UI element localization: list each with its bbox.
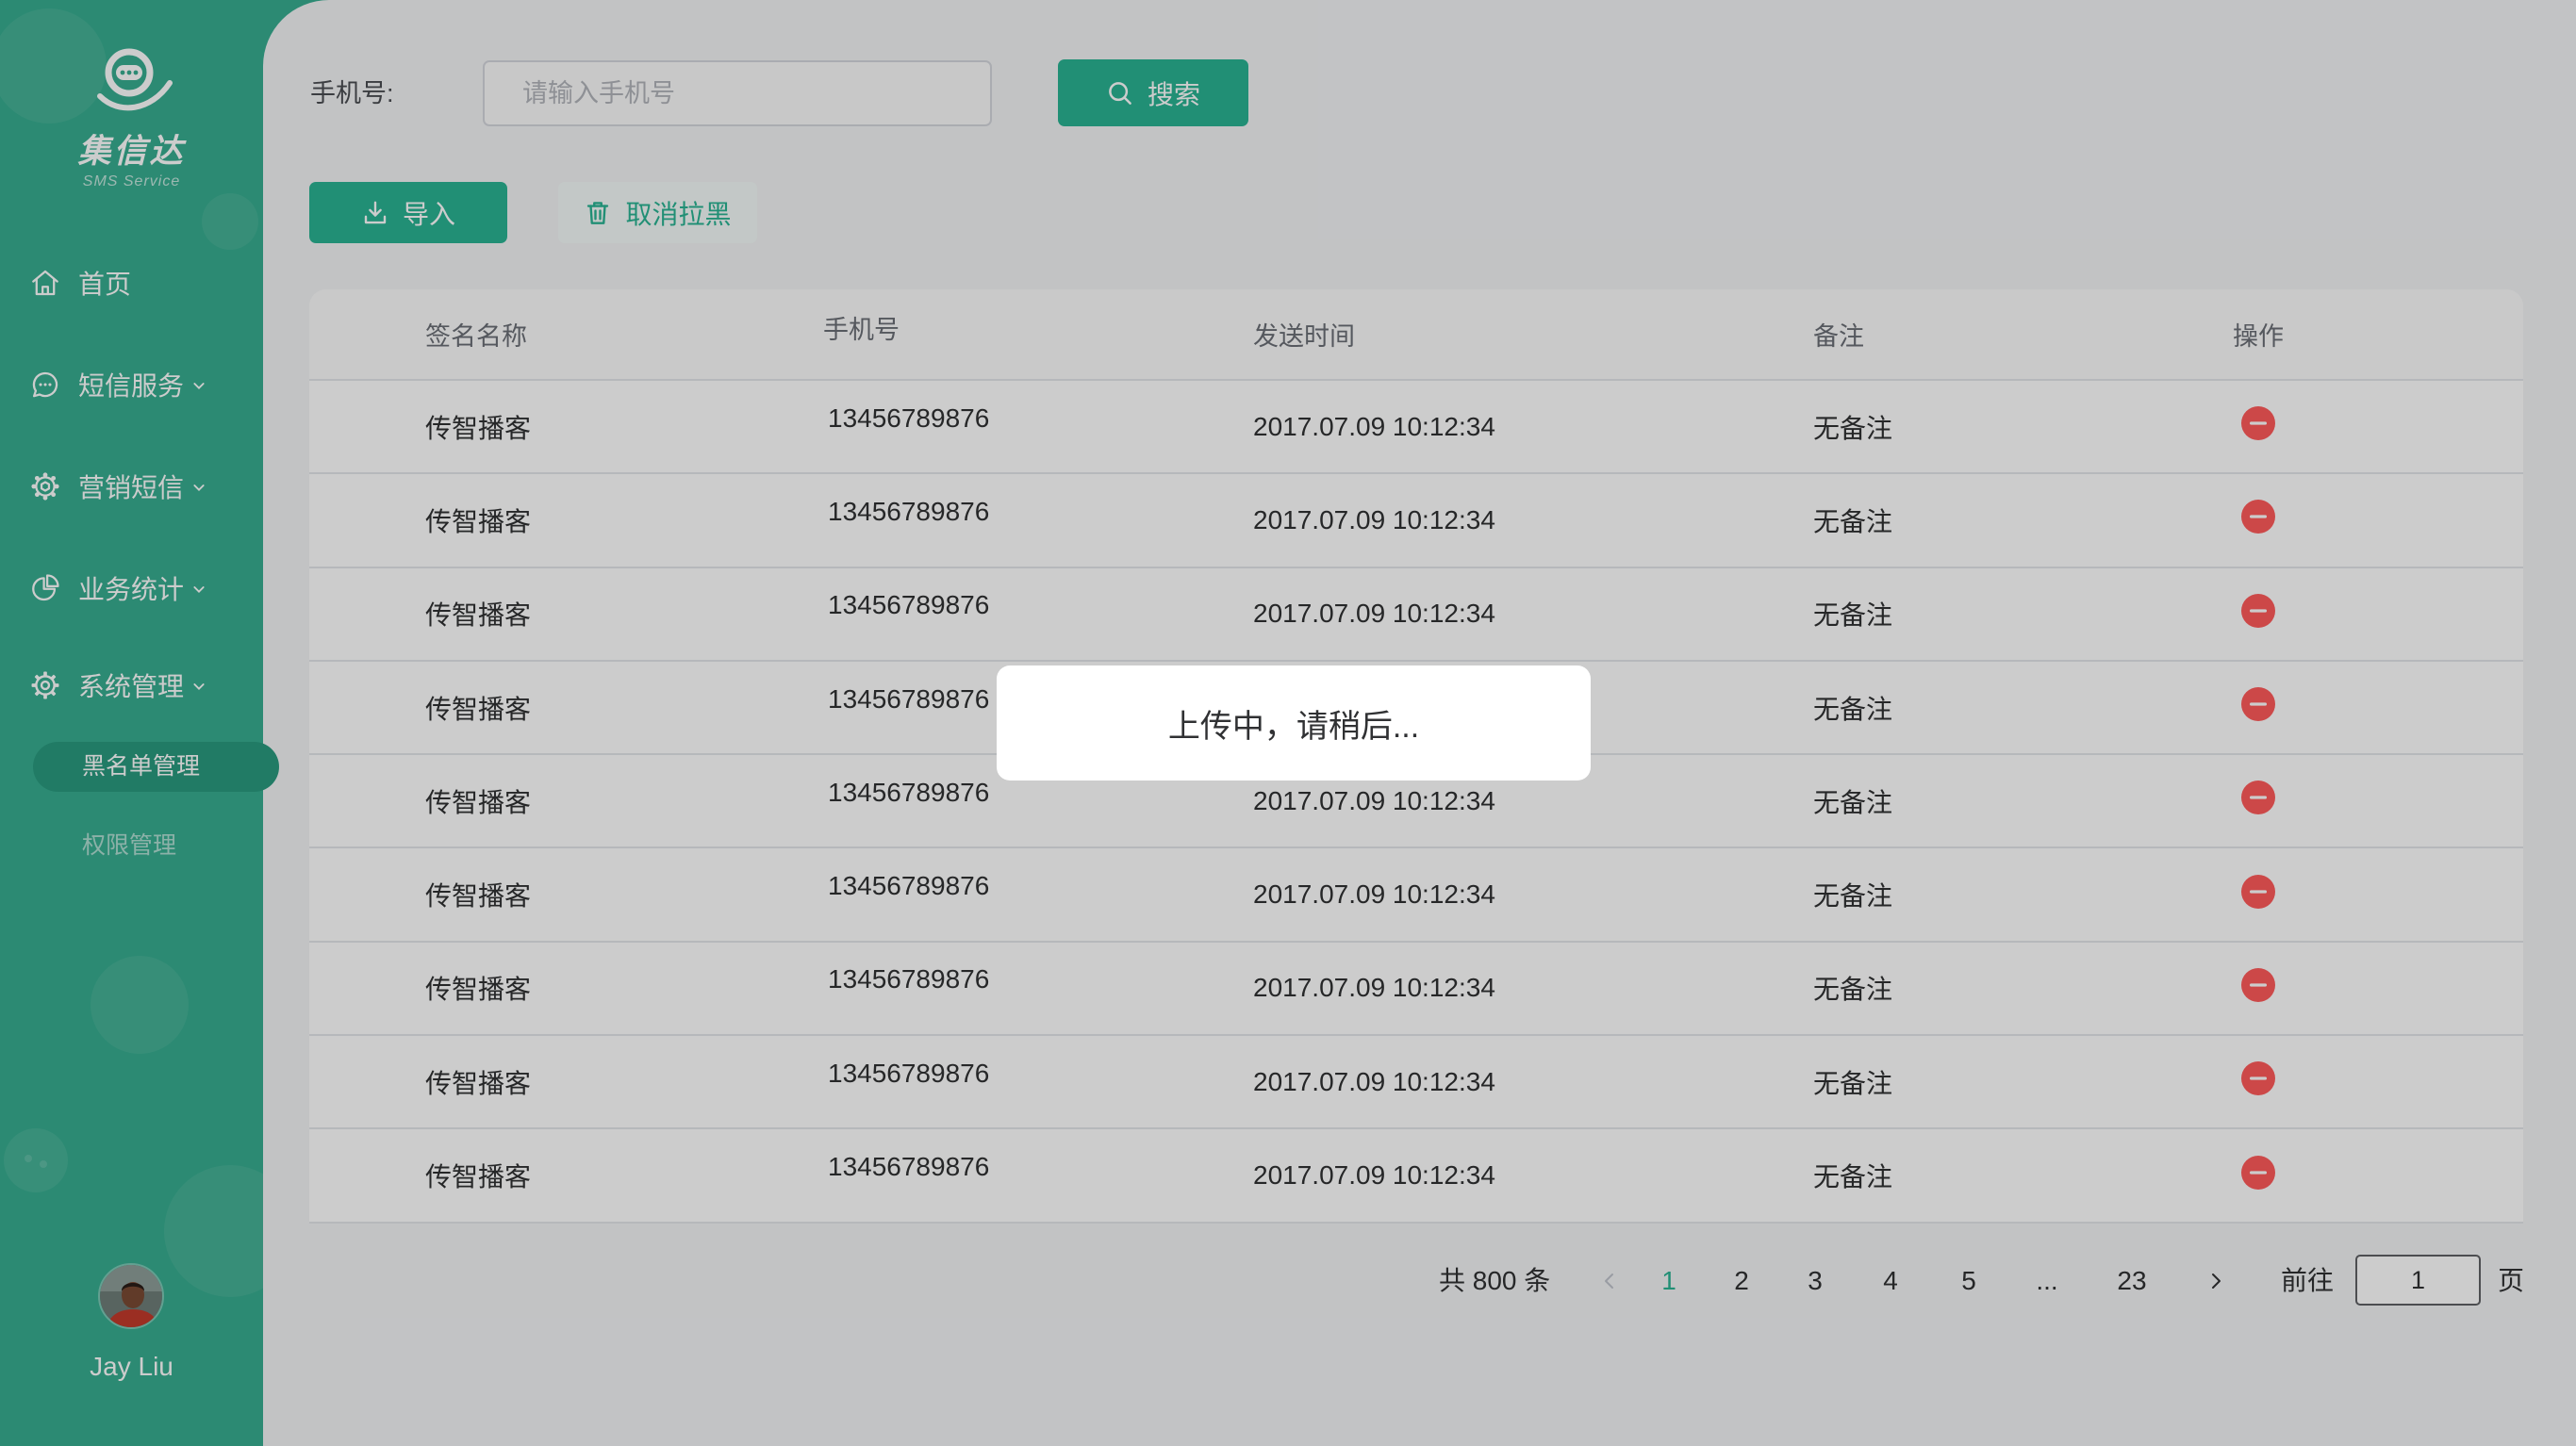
upload-toast: 上传中，请稍后... bbox=[997, 665, 1591, 781]
toast-message: 上传中，请稍后... bbox=[1167, 708, 1420, 745]
